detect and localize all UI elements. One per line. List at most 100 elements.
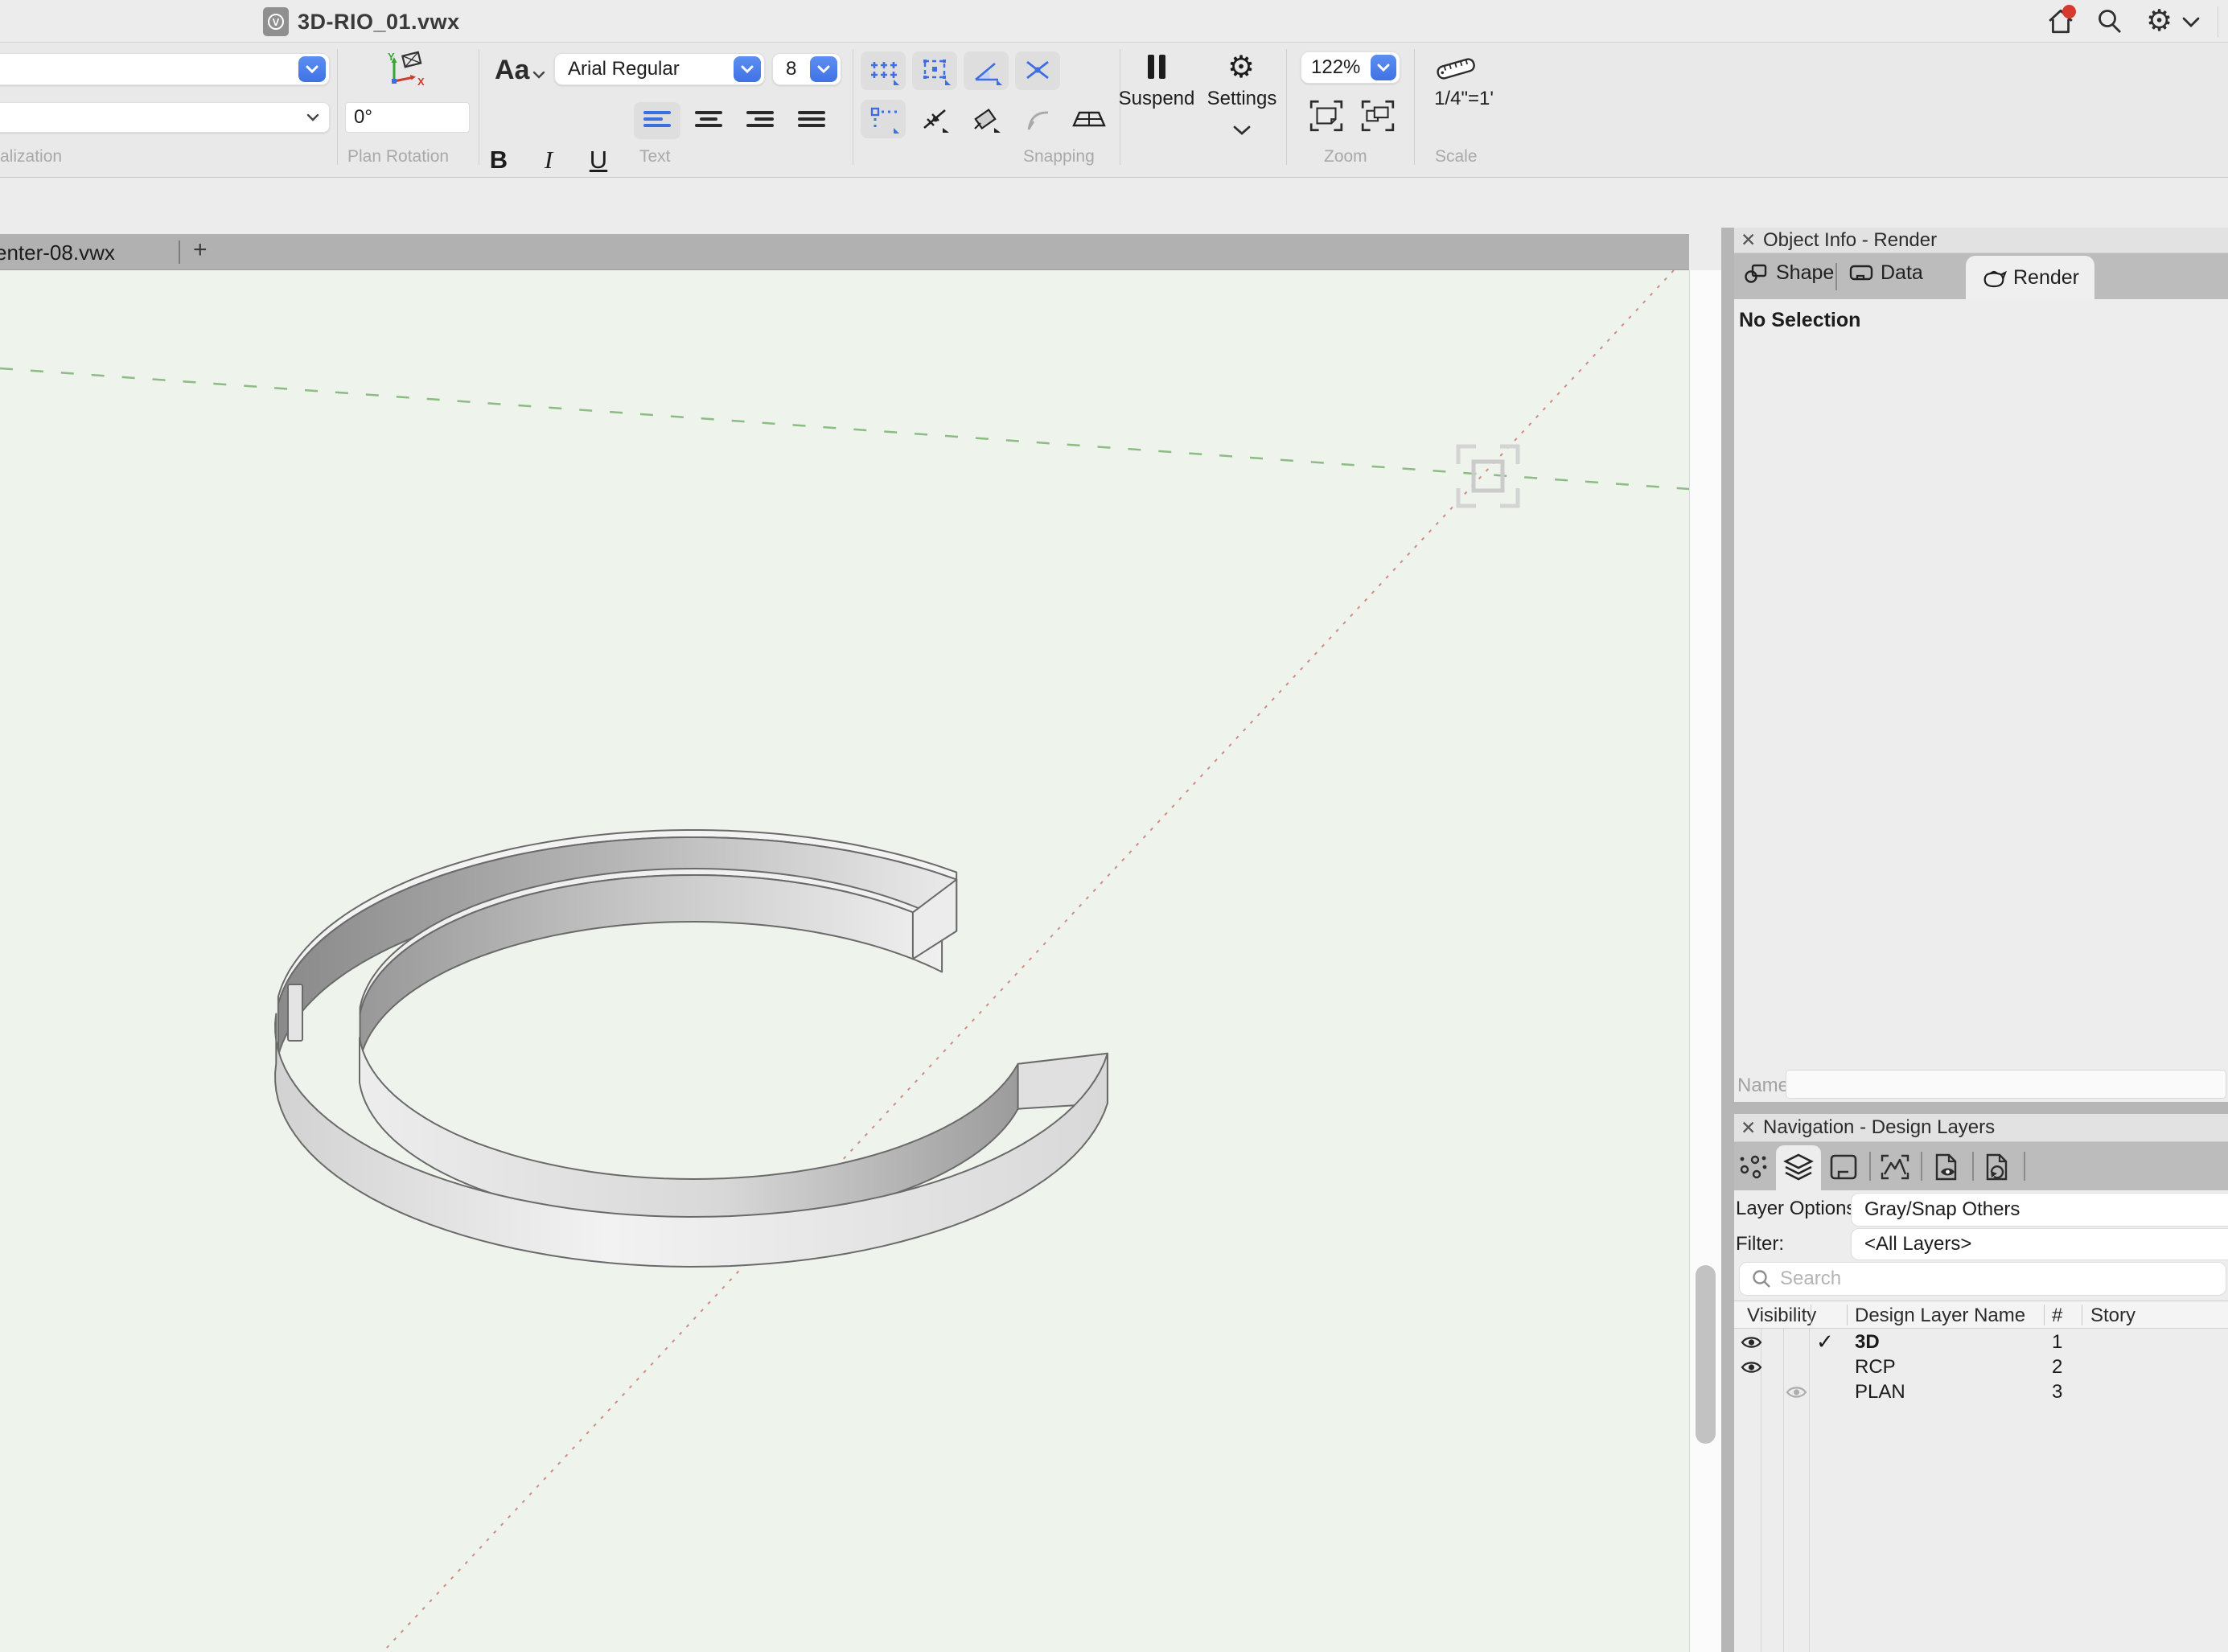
layer-table-rows: ✓3D1 RCP2 PLAN3 (1734, 1329, 2228, 1652)
section-label-text: Text (639, 147, 671, 166)
layer-row-3d[interactable]: ✓3D1 (1734, 1329, 2228, 1354)
application-window: V 3D-RIO_01.vwx ⚙ alization (0, 0, 2228, 1652)
align-justify-button[interactable] (788, 102, 835, 139)
shape-icon (1744, 262, 1770, 285)
design-layers-tab[interactable] (1776, 1145, 1821, 1190)
layer-number: 3 (2052, 1381, 2062, 1403)
layer-number: 1 (2052, 1331, 2062, 1354)
bold-button[interactable]: B (476, 146, 521, 175)
visibility-eye-icon[interactable] (1741, 1360, 1762, 1379)
visualization-dropdown[interactable] (0, 53, 330, 85)
col-story: Story (2090, 1305, 2136, 1327)
document-tabbar: enter-08.vwx + (0, 234, 1689, 270)
navigation-mode-bar (1734, 1142, 2228, 1190)
section-label-visualization: alization (0, 147, 62, 166)
font-size-dropdown[interactable]: 8 (772, 53, 841, 85)
document-tab[interactable]: enter-08.vwx (0, 240, 115, 265)
align-center-button[interactable] (685, 102, 732, 139)
selection-status: No Selection (1739, 309, 1860, 332)
section-label-scale: Scale (1435, 147, 1478, 166)
chevron-down-icon (306, 113, 319, 121)
settings-gear-icon[interactable]: ⚙ (1227, 49, 1255, 85)
close-icon[interactable]: ✕ (1741, 229, 1763, 251)
references-icon[interactable] (1977, 1149, 2016, 1186)
search-icon[interactable] (2094, 8, 2125, 35)
tangent-snap-button[interactable] (1015, 100, 1060, 138)
chevron-down-icon[interactable] (2181, 16, 2201, 28)
grid-snap-button[interactable] (861, 51, 906, 90)
dropdown-chevron-button[interactable] (298, 56, 326, 82)
fit-objects-button[interactable] (1359, 97, 1396, 134)
canvas-scrollbar[interactable] (1689, 270, 1721, 1652)
layer-row-plan[interactable]: PLAN 3 (1734, 1379, 2228, 1404)
settings-button[interactable]: Settings (1205, 88, 1279, 110)
tab-render[interactable]: Render (1966, 256, 2094, 299)
layer-options-label: Layer Options: (1736, 1198, 1861, 1220)
viewports-icon[interactable] (1876, 1149, 1914, 1186)
edge-snap-button[interactable] (861, 100, 906, 138)
filter-dropdown[interactable]: <All Layers> (1851, 1228, 2228, 1260)
close-icon[interactable]: ✕ (1741, 1117, 1763, 1139)
layer-name[interactable]: 3D (1855, 1331, 1880, 1354)
underline-button[interactable]: U (576, 146, 621, 175)
object-info-tabs: Shape Data Render (1734, 253, 2228, 299)
tab-shape[interactable]: Shape (1744, 261, 1834, 285)
working-plane-icon[interactable] (1067, 100, 1112, 138)
sheet-layers-icon[interactable] (1824, 1149, 1863, 1186)
visualization-dropdown-2[interactable] (0, 102, 330, 133)
section-label-snapping: Snapping (1023, 147, 1095, 166)
font-family-dropdown[interactable]: Arial Regular (554, 53, 765, 85)
pause-icon[interactable] (1145, 54, 1168, 80)
new-tab-button[interactable]: + (193, 236, 208, 264)
layer-search[interactable] (1739, 1262, 2226, 1296)
visibility-eye-icon-gray[interactable] (1786, 1385, 1807, 1403)
outer-wall-far (278, 837, 956, 1055)
scrollbar-thumb[interactable] (1696, 1265, 1716, 1444)
col-visibility: Visibility (1747, 1305, 1816, 1327)
drawing-canvas[interactable] (0, 270, 1689, 1652)
snap-point-marker (1458, 446, 1518, 506)
layer-options-dropdown[interactable]: Gray/Snap Others (1851, 1193, 2228, 1227)
3d-ring-object[interactable] (275, 830, 1108, 1267)
align-right-button[interactable] (737, 102, 783, 139)
planar-snap-button[interactable] (964, 100, 1009, 138)
text-style-menu[interactable]: Aa (495, 55, 545, 86)
window-strip (0, 178, 2228, 234)
tab-data[interactable]: Data (1848, 261, 1923, 285)
layer-table-header: Visibility Design Layer Name # Story (1734, 1301, 2228, 1329)
layer-name[interactable]: RCP (1855, 1356, 1896, 1379)
wall-end-cap-left (288, 984, 302, 1041)
fit-page-button[interactable] (1308, 97, 1345, 134)
visibility-eye-icon[interactable] (1741, 1335, 1762, 1354)
saved-views-icon[interactable] (1734, 1149, 1773, 1186)
navigation-header: ✕ Navigation - Design Layers (1734, 1114, 2228, 1142)
italic-button[interactable]: I (526, 146, 571, 175)
col-number: # (2052, 1305, 2062, 1327)
zoom-level-dropdown[interactable]: 122% (1301, 51, 1400, 84)
saved-views-document-icon[interactable] (1927, 1149, 1966, 1186)
navigation-title: Navigation - Design Layers (1763, 1116, 1995, 1139)
name-input[interactable] (1786, 1070, 2226, 1099)
constrain-parallel-button[interactable] (912, 100, 957, 138)
object-snap-button[interactable] (912, 51, 957, 90)
intersection-snap-button[interactable] (1015, 51, 1060, 90)
angle-snap-button[interactable] (964, 51, 1009, 90)
layer-row-rcp[interactable]: RCP 2 (1734, 1354, 2228, 1379)
teapot-icon (1981, 265, 2007, 290)
search-input[interactable] (1780, 1268, 2226, 1290)
scale-value[interactable]: 1/4"=1' (1424, 88, 1504, 110)
notification-badge (2062, 5, 2076, 18)
layer-number: 2 (2052, 1356, 2062, 1379)
font-family-value: Arial Regular (555, 58, 734, 80)
section-label-zoom: Zoom (1324, 147, 1367, 166)
suspend-button[interactable]: Suspend (1118, 88, 1195, 110)
plan-rotation-angle-field[interactable] (345, 102, 470, 133)
settings-expand-chevron[interactable] (1232, 125, 1252, 136)
filter-label: Filter: (1736, 1233, 1784, 1255)
plan-rotation-icon: Y X (381, 51, 426, 89)
layers-icon (1782, 1153, 1815, 1183)
panel-divider[interactable] (1721, 1102, 2228, 1114)
align-left-button[interactable] (634, 102, 680, 139)
layer-name[interactable]: PLAN (1855, 1381, 1905, 1403)
gear-icon[interactable]: ⚙ (2146, 3, 2173, 38)
